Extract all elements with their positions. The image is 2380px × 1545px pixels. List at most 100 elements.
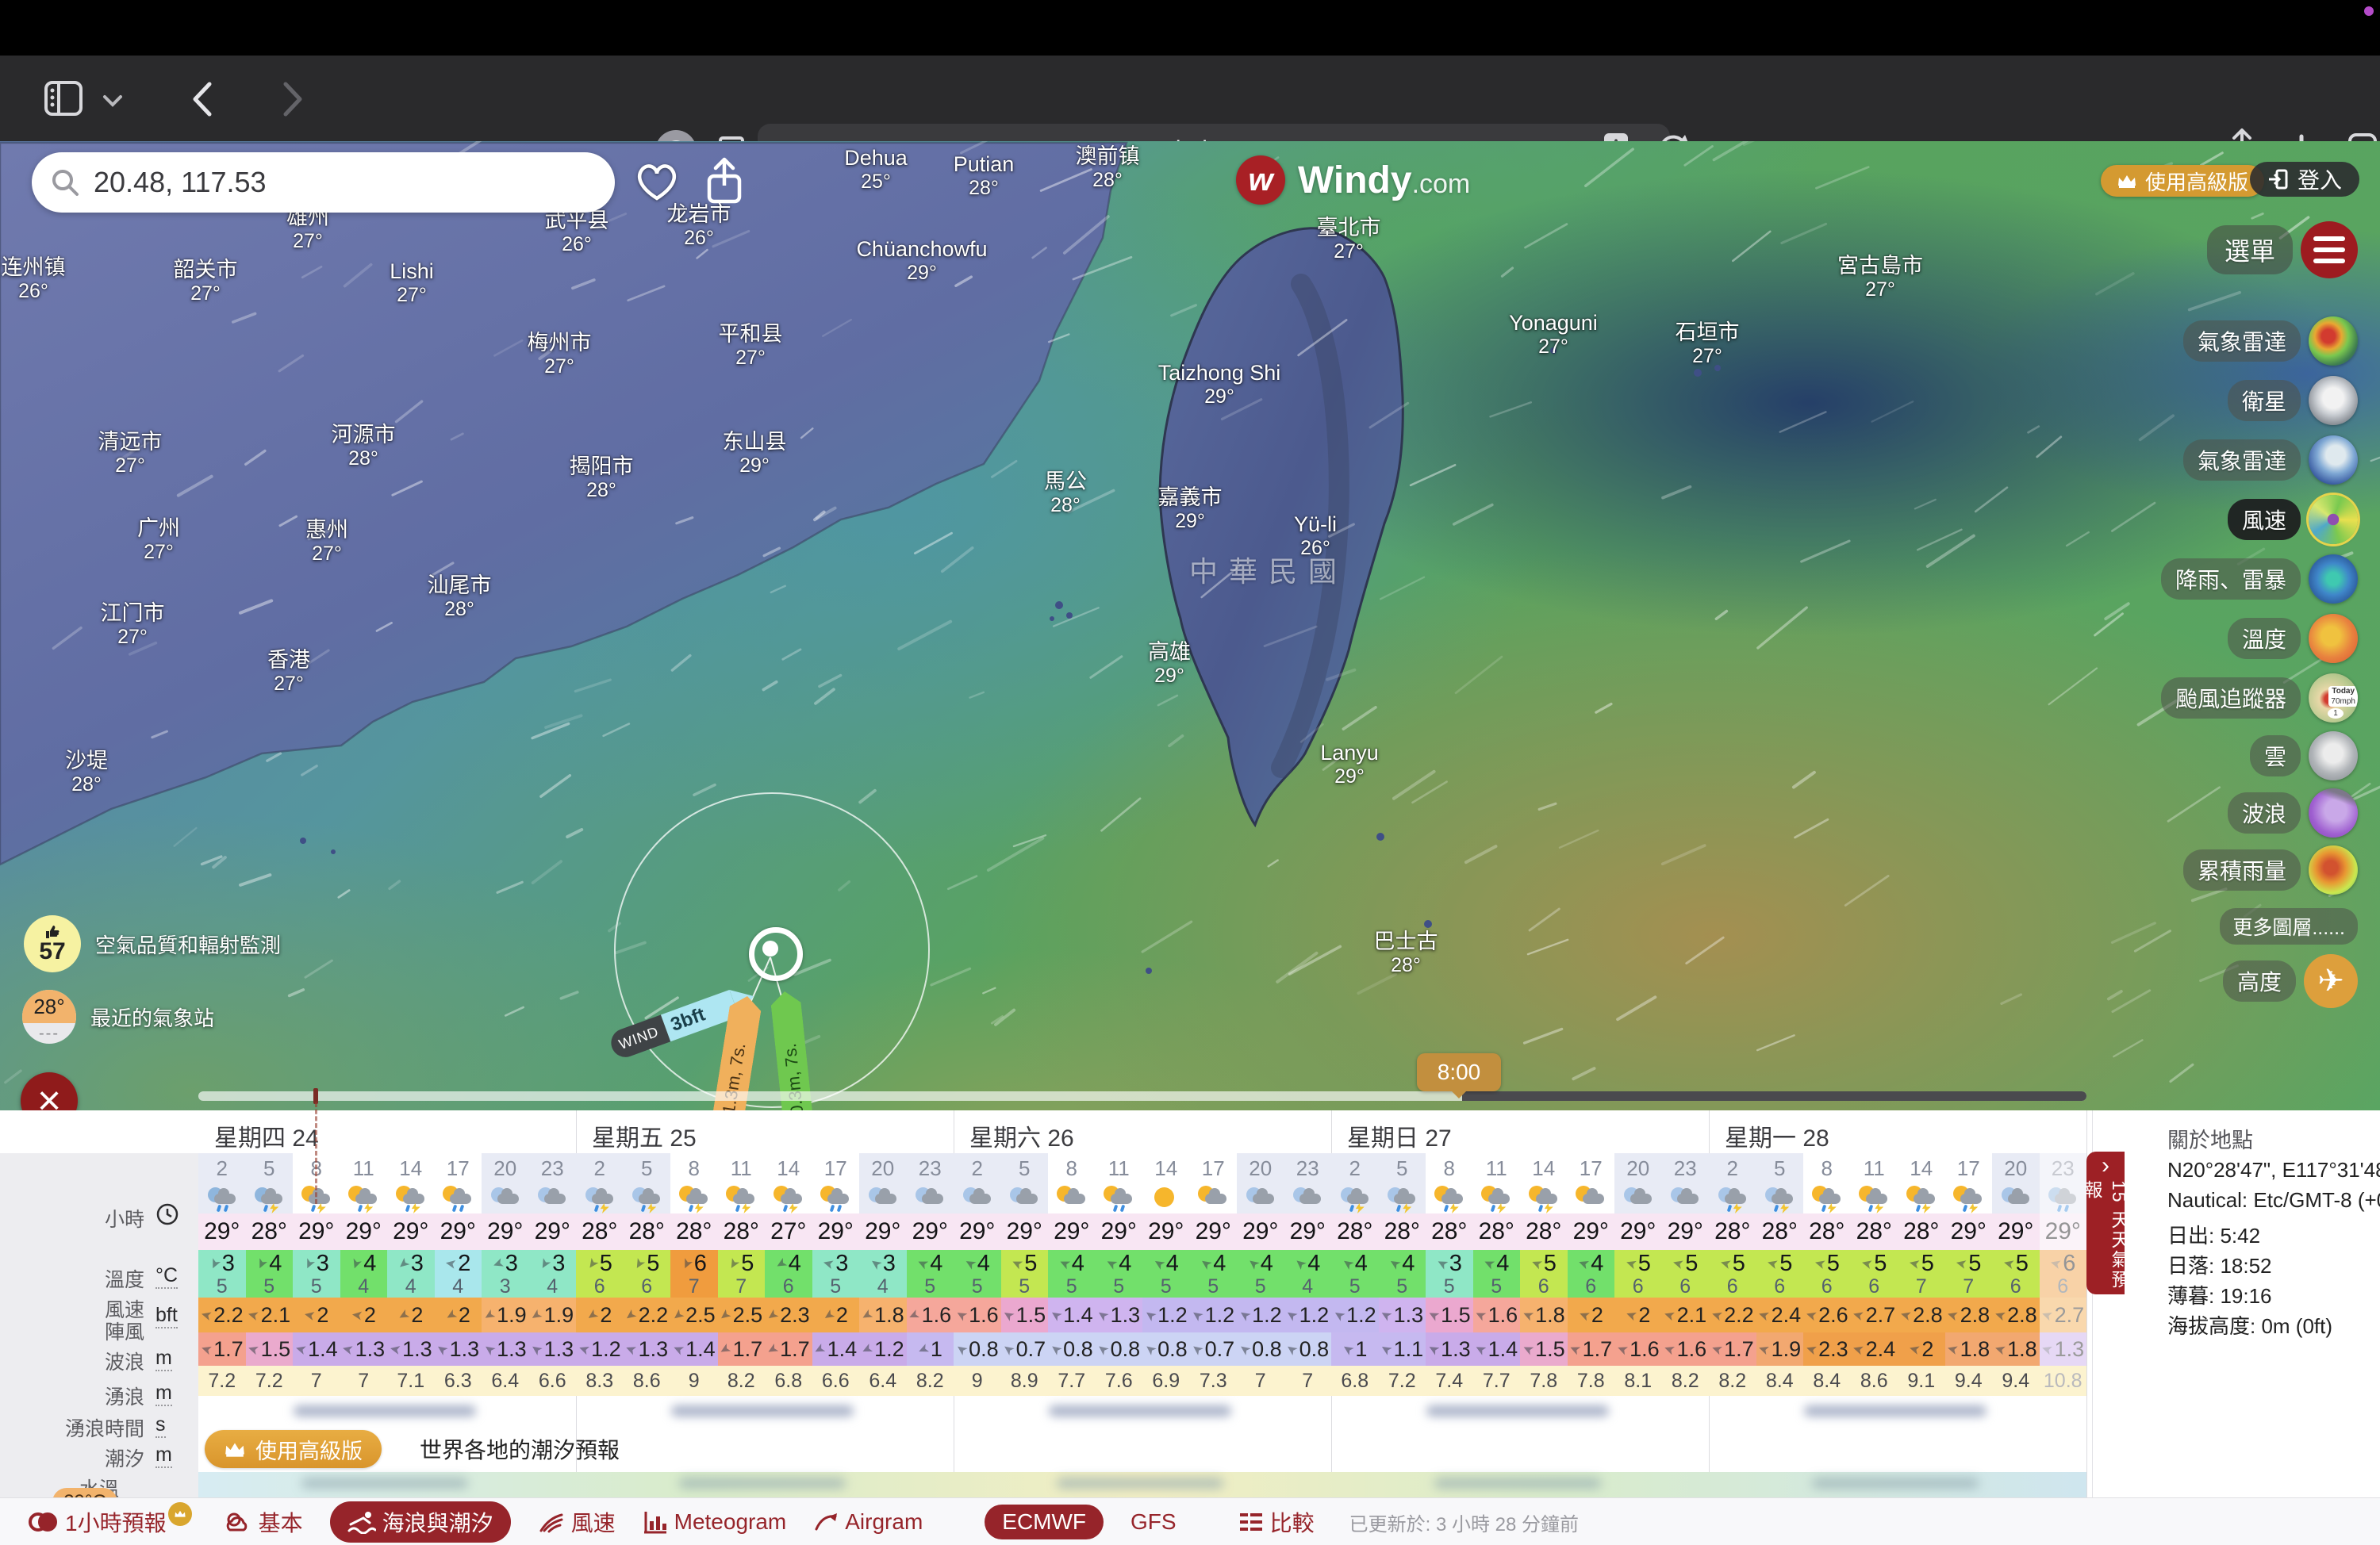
direction-arrow-icon: ➤: [490, 1256, 505, 1272]
sidebar-item-clouds[interactable]: 雲: [2250, 731, 2358, 780]
layer-thumbnail-satellite[interactable]: [2309, 376, 2358, 425]
upload-icon[interactable]: [701, 155, 747, 206]
layer-thumbnail-rain[interactable]: [2309, 554, 2358, 604]
crown-icon: [2117, 173, 2137, 189]
wave-cell: ➤1.8: [859, 1298, 907, 1332]
weather-icon-st: [1431, 1185, 1468, 1212]
timeline-future-segment[interactable]: [1462, 1091, 2086, 1101]
search-input[interactable]: [92, 165, 539, 200]
swell-cell: ➤2.4: [1851, 1332, 1898, 1366]
toolbar-item-hourly[interactable]: 1小時預報: [27, 1506, 197, 1538]
wave-cell: ➤1.8: [1520, 1298, 1568, 1332]
layer-thumbnail-clouds[interactable]: [2309, 731, 2358, 780]
temp-cell: 29°: [907, 1213, 954, 1250]
weather-cell: [1568, 1183, 1615, 1213]
premium-button[interactable]: 使用高級版: [2101, 165, 2264, 197]
hour-cell: 20: [1614, 1153, 1662, 1183]
air-quality-badge[interactable]: 57 空氣品質和輻射監測: [24, 915, 281, 972]
wave-cell: ➤2.1: [246, 1298, 294, 1332]
direction-arrow-icon: ➤: [1095, 1306, 1111, 1324]
swell-cell: ➤1.4: [812, 1332, 860, 1366]
sidebar-item-rain[interactable]: 降雨、雷暴: [2161, 554, 2358, 604]
sidebar-item-radar[interactable]: 氣象雷達: [2183, 316, 2358, 366]
direction-arrow-icon: ➤: [302, 1307, 316, 1323]
premium-button-table[interactable]: 使用高級版: [205, 1430, 382, 1468]
back-icon[interactable]: [189, 79, 216, 119]
wind-cell: ➤57: [1898, 1250, 1945, 1298]
wave-cell: ➤1.6: [1473, 1298, 1521, 1332]
login-button[interactable]: 登入: [2250, 162, 2359, 197]
toolbar-item-airgram[interactable]: Airgram: [813, 1509, 923, 1535]
sidebar-item-waves[interactable]: 波浪: [2228, 788, 2358, 838]
sidebar-item-menu[interactable]: 選單: [2207, 221, 2358, 278]
direction-arrow-icon: ➤: [1907, 1256, 1921, 1271]
direction-arrow-icon: ➤: [1197, 1255, 1214, 1272]
sidebar-item-more-layers[interactable]: 更多圖層......: [2220, 908, 2358, 945]
weather-map[interactable]: 连州镇26°韶关市27°雄州27°Lishi27°武平县26°龙岩市26°Deh…: [0, 141, 2380, 1110]
swell-cell: ➤1.2: [576, 1332, 624, 1366]
15day-forecast-tab[interactable]: › 15 天天氣預報: [2086, 1152, 2125, 1294]
favorite-heart-icon[interactable]: [633, 159, 681, 205]
wave-cell: ➤2: [387, 1298, 435, 1332]
sidebar-item-altitude[interactable]: 高度 ✈: [2223, 954, 2358, 1008]
swell-cell: ➤1.1: [1379, 1332, 1426, 1366]
wind-cell: ➤56: [1614, 1250, 1662, 1298]
period-cell: 6.6: [529, 1366, 577, 1396]
tab-group-chevron-icon[interactable]: [102, 94, 124, 108]
toolbar-item-waves-tides[interactable]: 海浪與潮汐: [330, 1501, 511, 1543]
swell-cell: ➤1.9: [1756, 1332, 1804, 1366]
toolbar-item-basic[interactable]: 基本: [224, 1506, 303, 1538]
windy-logo[interactable]: w Windy.com: [1236, 155, 1470, 205]
weather-cell: [859, 1183, 907, 1213]
layer-label: 颱風追蹤器: [2161, 677, 2301, 719]
weather-icon-nc: [487, 1185, 524, 1212]
toolbar-item-ecmwf[interactable]: ECMWF: [985, 1505, 1104, 1539]
direction-arrow-icon: ➤: [348, 1256, 365, 1271]
toolbar-item-compare[interactable]: 比較: [1238, 1506, 1315, 1538]
layer-thumbnail-hurricane[interactable]: Today70mph1: [2309, 673, 2358, 723]
weather-station-badge[interactable]: 28°--- 最近的氣象站: [22, 990, 214, 1044]
layer-thumbnail-accrain[interactable]: [2309, 845, 2358, 895]
sidebar-item-wind[interactable]: 風速: [2228, 495, 2358, 544]
toolbar-item-gfs[interactable]: GFS: [1130, 1509, 1177, 1535]
timeline-playhead[interactable]: 8:00: [1417, 1053, 1501, 1091]
forward-icon[interactable]: [279, 79, 306, 119]
wind-cell: ➤35: [293, 1250, 340, 1298]
about-dusk: 薄暮: 19:16: [2167, 1280, 2272, 1309]
direction-arrow-icon: ➤: [916, 1340, 931, 1357]
layer-thumbnail-radar2[interactable]: [2309, 435, 2358, 485]
swell-cell: ➤1.3: [387, 1332, 435, 1366]
wave-cell: ➤1.2: [1237, 1298, 1284, 1332]
wave-cell: ➤2: [576, 1298, 624, 1332]
sidebar-item-hurricane[interactable]: 颱風追蹤器Today70mph1: [2161, 673, 2358, 723]
sidebar-item-accrain[interactable]: 累積雨量: [2183, 845, 2358, 895]
weather-cell: [340, 1183, 388, 1213]
toolbar-item-meteogram[interactable]: Meteogram: [643, 1509, 787, 1535]
layer-thumbnail-waves[interactable]: [2309, 788, 2358, 838]
temp-cell: 29°: [1142, 1213, 1190, 1250]
wind-cell: ➤35: [198, 1250, 246, 1298]
hour-cell: 14: [1142, 1153, 1190, 1183]
menu-hamburger-icon[interactable]: [2301, 221, 2358, 278]
toolbar-item-wind[interactable]: 風速: [538, 1506, 616, 1538]
sidebar-item-temp[interactable]: 溫度: [2228, 614, 2358, 663]
weather-icon-r: [204, 1185, 240, 1212]
recording-indicator-dot: [2364, 6, 2374, 16]
sidebar-item-satellite[interactable]: 衛星: [2228, 376, 2358, 425]
hour-cell: 5: [1001, 1153, 1049, 1183]
sidebar-item-radar2[interactable]: 氣象雷達: [2183, 435, 2358, 485]
sidebar-toggle-icon[interactable]: [41, 76, 86, 121]
airplane-icon[interactable]: ✈: [2304, 954, 2358, 1008]
swell-cell: ➤0.7: [1001, 1332, 1049, 1366]
search-box[interactable]: [32, 152, 615, 213]
direction-arrow-icon: ➤: [1804, 1341, 1819, 1358]
temp-cell: 28°: [576, 1213, 624, 1250]
temp-cell: 29°: [1284, 1213, 1332, 1250]
direction-arrow-icon: ➤: [1142, 1306, 1158, 1324]
layer-thumbnail-wind[interactable]: [2309, 495, 2358, 544]
layer-thumbnail-radar[interactable]: [2309, 316, 2358, 366]
water-temp-strip: [198, 1472, 2086, 1497]
menu-label: 選單: [2207, 225, 2293, 274]
layer-thumbnail-temp[interactable]: [2309, 614, 2358, 663]
weather-cell: [1142, 1183, 1190, 1213]
